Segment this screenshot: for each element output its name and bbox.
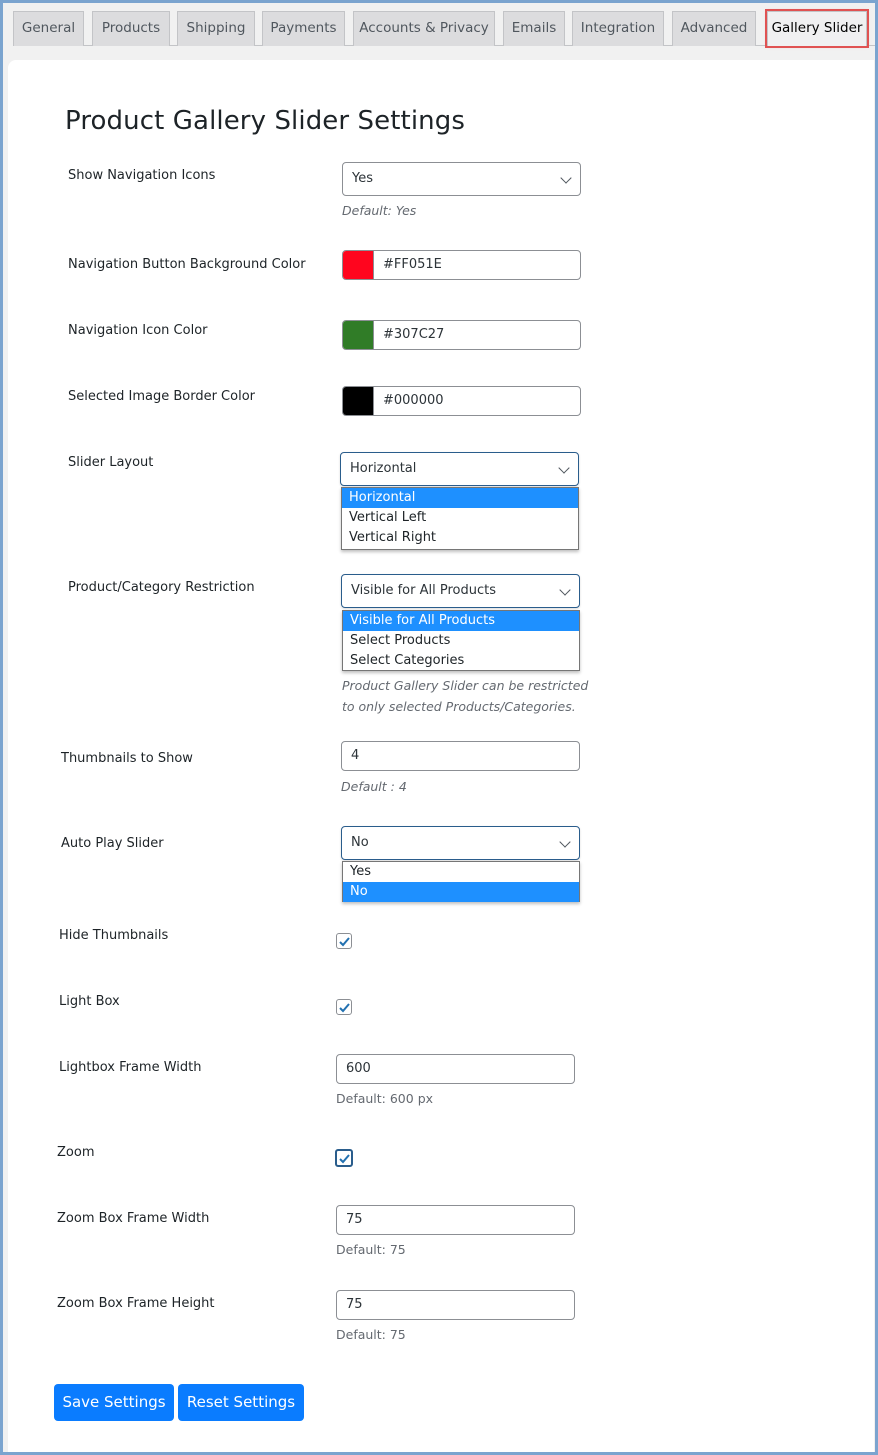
chevron-down-icon: [558, 462, 570, 474]
tab-products[interactable]: Products: [92, 11, 170, 46]
lightbox-width-hint: Default: 600 px: [336, 1091, 434, 1106]
nav-btn-bg-color-value: #FF051E: [383, 257, 442, 272]
zoom-label: Zoom: [57, 1145, 95, 1160]
settings-tabs: General Products Shipping Payments Accou…: [13, 8, 875, 48]
restriction-hint-2: to only selected Products/Categories.: [342, 699, 576, 714]
zoom-height-input[interactable]: 75: [336, 1290, 575, 1320]
selected-border-color-value: #000000: [383, 393, 444, 408]
show-nav-icons-value: Yes: [352, 171, 373, 186]
color-swatch[interactable]: [343, 387, 374, 415]
slider-layout-label: Slider Layout: [68, 455, 154, 470]
slider-layout-value: Horizontal: [350, 461, 417, 476]
chevron-down-icon: [560, 172, 572, 184]
option-yes[interactable]: Yes: [343, 862, 579, 882]
thumbnails-label: Thumbnails to Show: [61, 751, 193, 766]
tab-integration[interactable]: Integration: [572, 11, 664, 46]
thumbnails-hint: Default : 4: [341, 779, 407, 794]
checkmark-icon: [339, 1003, 350, 1013]
thumbnails-input[interactable]: 4: [341, 741, 580, 771]
slider-layout-options: Horizontal Vertical Left Vertical Right: [341, 487, 579, 550]
nav-btn-bg-color-field[interactable]: #FF051E: [342, 250, 581, 280]
option-vertical-right[interactable]: Vertical Right: [342, 528, 578, 548]
zoom-height-hint: Default: 75: [336, 1327, 406, 1342]
color-swatch[interactable]: [343, 321, 374, 349]
restriction-options: Visible for All Products Select Products…: [342, 610, 580, 671]
hide-thumbnails-checkbox[interactable]: [336, 933, 352, 949]
auto-play-label: Auto Play Slider: [61, 836, 164, 851]
tab-payments[interactable]: Payments: [262, 11, 345, 46]
tab-shipping[interactable]: Shipping: [177, 11, 255, 46]
reset-settings-button[interactable]: Reset Settings: [178, 1384, 304, 1421]
color-swatch[interactable]: [343, 251, 374, 279]
chevron-down-icon: [559, 584, 571, 596]
tab-gallery-slider[interactable]: Gallery Slider: [765, 9, 869, 48]
option-select-products[interactable]: Select Products: [343, 631, 579, 651]
light-box-checkbox[interactable]: [336, 999, 352, 1015]
zoom-width-hint: Default: 75: [336, 1242, 406, 1257]
page-title: Product Gallery Slider Settings: [65, 106, 465, 136]
lightbox-width-input[interactable]: 600: [336, 1054, 575, 1084]
checkmark-icon: [339, 1154, 350, 1164]
tab-emails[interactable]: Emails: [503, 11, 565, 46]
tab-advanced[interactable]: Advanced: [672, 11, 756, 46]
option-no[interactable]: No: [343, 882, 579, 902]
save-settings-button[interactable]: Save Settings: [54, 1384, 174, 1421]
restriction-label: Product/Category Restriction: [68, 580, 255, 595]
nav-icon-color-value: #307C27: [383, 327, 445, 342]
zoom-checkbox[interactable]: [335, 1149, 353, 1167]
restriction-select[interactable]: Visible for All Products: [341, 574, 580, 608]
restriction-value: Visible for All Products: [351, 583, 496, 598]
lightbox-width-label: Lightbox Frame Width: [59, 1060, 202, 1075]
tab-accounts-privacy[interactable]: Accounts & Privacy: [353, 11, 495, 46]
nav-btn-bg-color-label: Navigation Button Background Color: [68, 257, 306, 272]
light-box-label: Light Box: [59, 994, 120, 1009]
option-select-categories[interactable]: Select Categories: [343, 651, 579, 671]
chevron-down-icon: [559, 836, 571, 848]
show-nav-icons-select[interactable]: Yes: [342, 162, 581, 196]
option-vertical-left[interactable]: Vertical Left: [342, 508, 578, 528]
zoom-height-label: Zoom Box Frame Height: [57, 1296, 215, 1311]
nav-icon-color-label: Navigation Icon Color: [68, 323, 208, 338]
zoom-width-input[interactable]: 75: [336, 1205, 575, 1235]
nav-icon-color-field[interactable]: #307C27: [342, 320, 581, 350]
hide-thumbnails-label: Hide Thumbnails: [59, 928, 169, 943]
show-nav-icons-label: Show Navigation Icons: [68, 168, 216, 183]
auto-play-value: No: [351, 835, 369, 850]
selected-border-color-label: Selected Image Border Color: [68, 389, 255, 404]
selected-border-color-field[interactable]: #000000: [342, 386, 581, 416]
option-horizontal[interactable]: Horizontal: [342, 488, 578, 508]
auto-play-select[interactable]: No: [341, 826, 580, 860]
restriction-hint-1: Product Gallery Slider can be restricted: [342, 678, 589, 693]
checkmark-icon: [339, 937, 350, 947]
tab-general[interactable]: General: [13, 11, 84, 46]
option-visible-all[interactable]: Visible for All Products: [343, 611, 579, 631]
auto-play-options: Yes No: [342, 861, 580, 902]
zoom-width-label: Zoom Box Frame Width: [57, 1211, 210, 1226]
show-nav-icons-hint: Default: Yes: [342, 203, 417, 218]
slider-layout-select[interactable]: Horizontal: [340, 452, 579, 486]
